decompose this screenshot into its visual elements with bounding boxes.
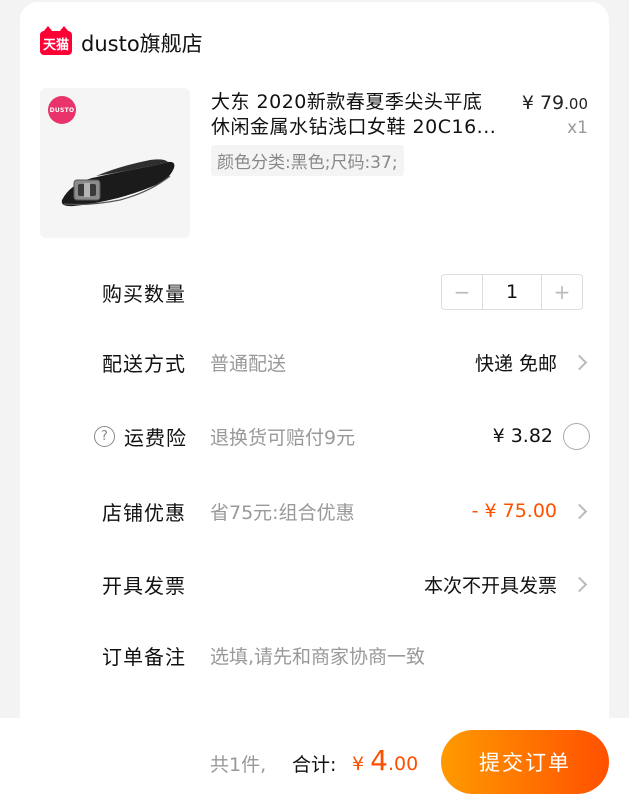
quantity-stepper[interactable]: − 1 + (441, 274, 583, 310)
note-row: 订单备注 选填,请先和商家协商一致 (20, 635, 609, 675)
product-title-line-1: 大东 2020新款春夏季尖头平底 (211, 91, 483, 113)
chevron-right-icon[interactable] (571, 354, 588, 370)
shop-header[interactable]: 天猫 dusto旗舰店 (40, 26, 203, 58)
order-card: 天猫 dusto旗舰店 DUSTO 大东 2020新款春夏季尖头平底 休闲金属水… (20, 2, 609, 742)
coupon-row[interactable]: 店铺优惠 省75元:组合优惠 - ¥ 75.00 (20, 491, 609, 531)
price-int: 79 (539, 92, 565, 114)
product-title[interactable]: 大东 2020新款春夏季尖头平底 休闲金属水钻浅口女鞋 20C16... (211, 90, 511, 140)
insurance-row: ? 运费险 退换货可赔付9元 ¥ 3.82 (20, 416, 609, 456)
checkout-bar: 共1件, 合计: ¥ 4.00 提交订单 (0, 718, 629, 800)
quantity-value[interactable]: 1 (482, 275, 542, 309)
invoice-option[interactable]: 本次不开具发票 (424, 571, 557, 598)
chevron-right-icon[interactable] (571, 576, 588, 592)
total-dec: .00 (387, 753, 419, 775)
delivery-option[interactable]: 快递 免邮 (475, 349, 557, 376)
product-sku[interactable]: 颜色分类:黑色;尺码:37; (211, 145, 404, 176)
insurance-label: 运费险 (124, 425, 187, 450)
insurance-value: 退换货可赔付9元 (210, 426, 356, 449)
item-count: 共1件, (210, 754, 267, 776)
total-label: 合计: (292, 754, 337, 776)
total-currency: ¥ (352, 753, 371, 775)
product-price: ¥ 79.00 (522, 92, 588, 114)
minus-icon[interactable]: − (442, 275, 482, 309)
coupon-value: 省75元:组合优惠 (210, 501, 355, 524)
tmall-logo-icon: 天猫 (40, 26, 72, 55)
brand-badge-icon: DUSTO (48, 96, 76, 124)
delivery-label: 配送方式 (102, 351, 186, 376)
delivery-row[interactable]: 配送方式 普通配送 快递 免邮 (20, 342, 609, 382)
tmall-logo-text: 天猫 (42, 37, 69, 53)
invoice-row[interactable]: 开具发票 本次不开具发票 (20, 564, 609, 604)
quantity-label: 购买数量 (102, 281, 186, 306)
radio-circle-icon[interactable] (563, 422, 590, 450)
delivery-value: 普通配送 (210, 352, 287, 375)
coupon-discount[interactable]: - ¥ 75.00 (472, 500, 557, 522)
product-title-line-2: 休闲金属水钻浅口女鞋 20C16... (211, 116, 497, 138)
product-quantity: x1 (567, 118, 588, 138)
quantity-row: 购买数量 − 1 + (20, 272, 609, 312)
coupon-label: 店铺优惠 (102, 500, 186, 525)
total-amount: ¥ 4.00 (352, 744, 418, 777)
price-dec: .00 (564, 95, 588, 113)
shop-name[interactable]: dusto旗舰店 (81, 28, 203, 58)
note-input[interactable]: 选填,请先和商家协商一致 (210, 642, 425, 669)
plus-icon[interactable]: + (542, 275, 582, 309)
submit-order-button[interactable]: 提交订单 (441, 730, 609, 794)
total-int: 4 (370, 744, 388, 777)
chevron-right-icon[interactable] (571, 503, 588, 519)
insurance-price: ¥ 3.82 (492, 425, 553, 447)
price-symbol: ¥ (521, 92, 534, 114)
product-image[interactable]: DUSTO (40, 88, 190, 238)
note-label: 订单备注 (102, 644, 186, 669)
invoice-label: 开具发票 (102, 573, 186, 598)
help-circle-icon[interactable]: ? (94, 425, 115, 447)
